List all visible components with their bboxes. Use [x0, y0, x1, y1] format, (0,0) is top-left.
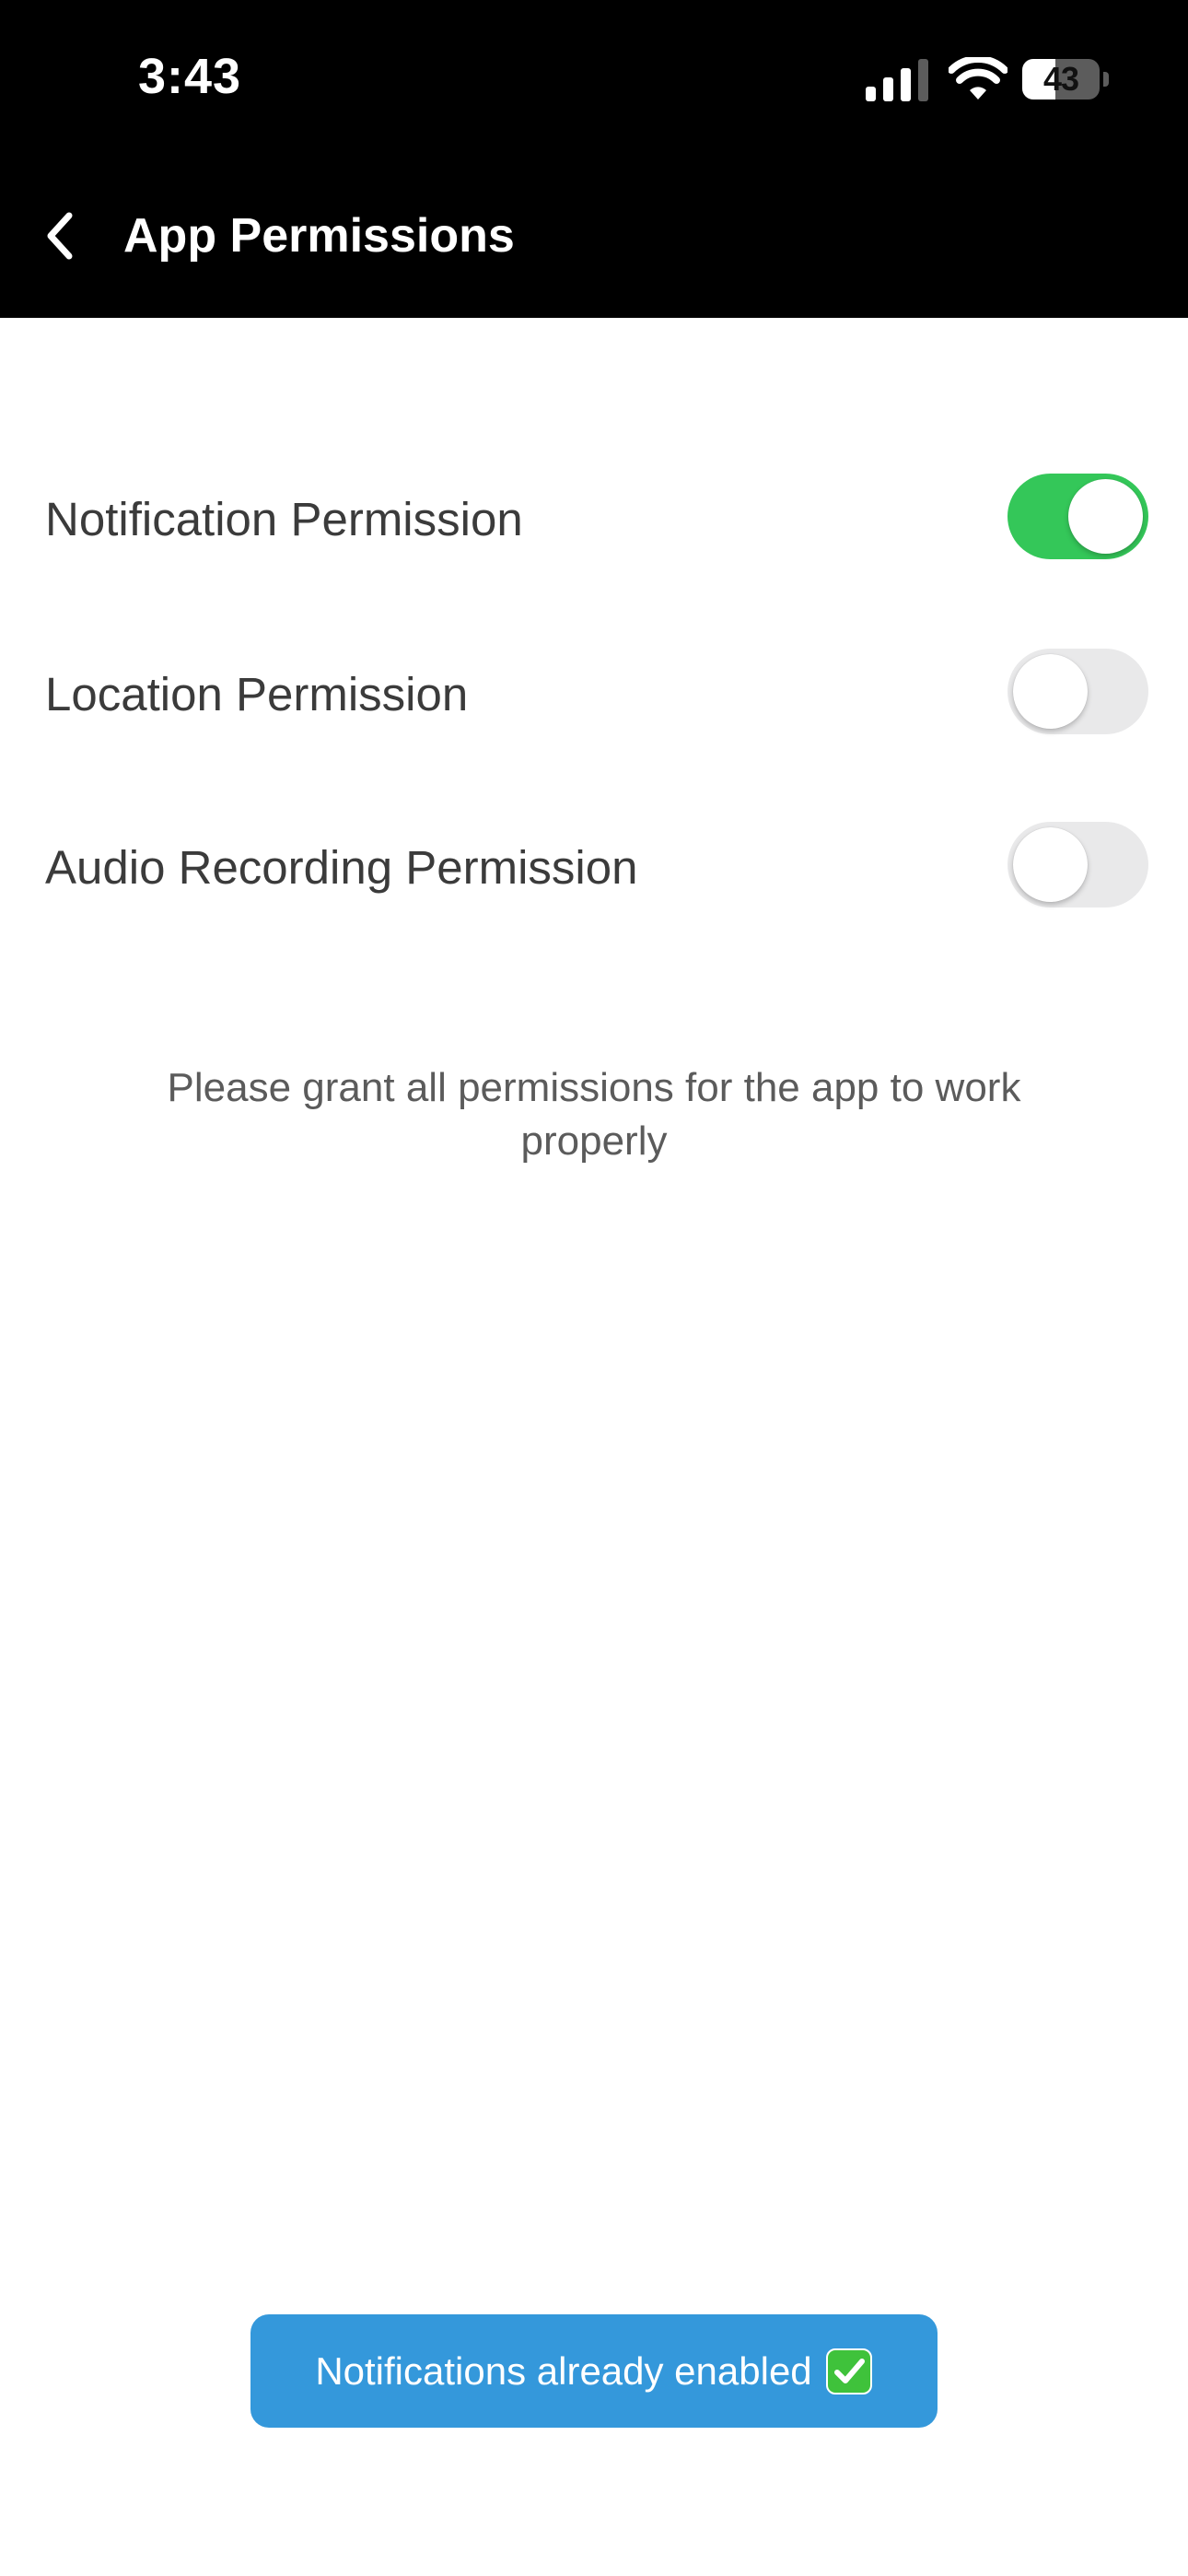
battery-icon: 43: [1022, 59, 1111, 100]
toast-text: Notifications already enabled: [315, 2348, 812, 2393]
permission-label: Notification Permission: [45, 493, 523, 545]
nav-bar: App Permissions: [0, 157, 1188, 318]
battery-cap: [1103, 72, 1109, 87]
toggle-knob: [1013, 827, 1088, 902]
battery-body: 43: [1022, 59, 1100, 100]
status-bar: 3:43 43: [0, 0, 1188, 157]
toast-notification: Notifications already enabled: [250, 2314, 938, 2428]
status-time: 3:43: [138, 49, 242, 104]
check-mark-button-icon: [825, 2348, 872, 2395]
signal-icon: [866, 59, 928, 101]
back-button[interactable]: [28, 199, 92, 273]
location-permission-toggle[interactable]: [1007, 649, 1148, 734]
permission-row-location: Location Permission: [0, 636, 1188, 746]
wifi-icon: [949, 57, 1007, 100]
chevron-left-icon: [47, 212, 73, 260]
permission-label: Location Permission: [45, 668, 469, 720]
permissions-info-text: Please grant all permissions for the app…: [167, 1065, 1021, 1164]
page-title: App Permissions: [123, 209, 515, 263]
notification-permission-toggle[interactable]: [1007, 474, 1148, 559]
permission-row-audio-recording: Audio Recording Permission: [0, 809, 1188, 919]
toggle-knob: [1013, 654, 1088, 729]
permission-row-notification: Notification Permission: [0, 461, 1188, 571]
battery-percent: 43: [1042, 60, 1079, 98]
permission-label: Audio Recording Permission: [45, 841, 638, 894]
audio-recording-permission-toggle[interactable]: [1007, 822, 1148, 907]
toggle-knob: [1068, 479, 1143, 554]
